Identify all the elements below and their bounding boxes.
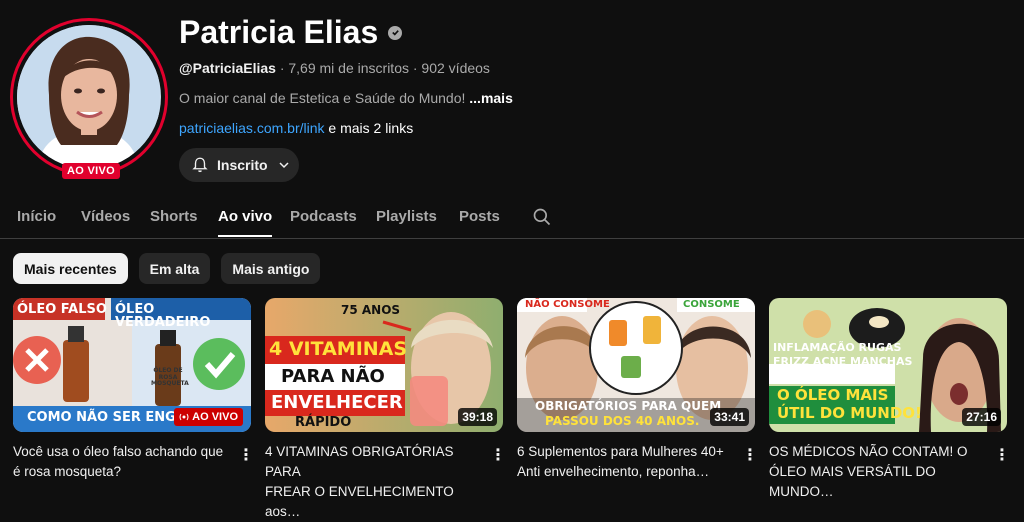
subscribed-label: Inscrito: [217, 157, 268, 173]
thumb-text: FRIZZ ACNE MANCHAS: [773, 355, 913, 368]
video-title-line: é rosa mosqueta?: [13, 464, 122, 479]
thumb-text: 75 ANOS: [341, 303, 401, 317]
video-card[interactable]: 75 ANOS 4 VITAMINAS PARA NÃO ENVELHECER …: [265, 298, 503, 519]
tab-podcasts[interactable]: Podcasts: [290, 208, 357, 225]
search-icon[interactable]: [532, 207, 552, 227]
channel-links: patriciaelias.com.br/link e mais 2 links: [179, 120, 413, 136]
channel-stats: · 7,69 mi de inscritos · 902 vídeos: [275, 60, 490, 76]
tab-inicio[interactable]: Início: [17, 208, 56, 225]
thumb-text: PARA NÃO: [281, 366, 385, 387]
tab-videos[interactable]: Vídeos: [81, 208, 130, 225]
thumb-text: OBRIGATÓRIOS PARA QUEM: [535, 399, 722, 413]
avatar-live-badge[interactable]: AO VIVO: [62, 163, 120, 179]
bell-icon: [192, 157, 208, 173]
thumb-text: ÚTIL DO MUNDO!: [777, 404, 922, 422]
video-duration: 39:18: [458, 408, 497, 426]
channel-tabs: Início Vídeos Shorts Ao vivo Podcasts Pl…: [0, 200, 1024, 239]
more-links[interactable]: e mais 2 links: [325, 120, 413, 136]
video-title-line: ÓLEO MAIS VERSÁTIL DO MUNDO…: [769, 464, 936, 499]
video-title[interactable]: 4 VITAMINAS OBRIGATÓRIAS PARA FREAR O EN…: [265, 442, 480, 522]
more-actions-icon[interactable]: ⋮: [742, 445, 758, 465]
thumb-text: CONSOME: [683, 299, 740, 310]
channel-link[interactable]: patriciaelias.com.br/link: [179, 120, 325, 136]
thumb-text: RÁPIDO: [295, 415, 352, 430]
video-card[interactable]: INFLAMAÇÃO RUGAS FRIZZ ACNE MANCHAS O ÓL…: [769, 298, 1007, 499]
description-text: O maior canal de Estetica e Saúde do Mun…: [179, 90, 470, 106]
video-title-line: 6 Suplementos para Mulheres 40+: [517, 444, 724, 459]
video-title-line: FREAR O ENVELHECIMENTO aos…: [265, 484, 454, 519]
video-title-line: Você usa o óleo falso achando que: [13, 444, 224, 459]
filter-em-alta[interactable]: Em alta: [138, 253, 211, 284]
video-title-line: Anti envelhecimento, reponha…: [517, 464, 710, 479]
channel-name-text: Patricia Elias: [179, 14, 379, 50]
video-card[interactable]: NÃO CONSOME CONSOME OBRIGATÓRIOS PARA QU…: [517, 298, 755, 479]
thumb-text: ENVELHECER: [271, 392, 403, 413]
video-title[interactable]: Você usa o óleo falso achando que é rosa…: [13, 442, 228, 482]
avatar[interactable]: [17, 25, 161, 169]
video-thumbnail[interactable]: NÃO CONSOME CONSOME OBRIGATÓRIOS PARA QU…: [517, 298, 755, 432]
tab-ao-vivo[interactable]: Ao vivo: [218, 208, 273, 237]
sort-filters: Mais recentes Em alta Mais antigo: [13, 253, 321, 284]
video-title[interactable]: 6 Suplementos para Mulheres 40+ Anti env…: [517, 442, 732, 482]
thumb-text: ÓLEO DE ROSA MOSQUETA: [151, 367, 189, 388]
video-thumbnail[interactable]: INFLAMAÇÃO RUGAS FRIZZ ACNE MANCHAS O ÓL…: [769, 298, 1007, 432]
more-actions-icon[interactable]: ⋮: [994, 445, 1010, 465]
thumb-text: PASSOU DOS 40 ANOS.: [545, 414, 700, 428]
video-title-line: 4 VITAMINAS OBRIGATÓRIAS PARA: [265, 444, 454, 479]
video-thumbnail[interactable]: 75 ANOS 4 VITAMINAS PARA NÃO ENVELHECER …: [265, 298, 503, 432]
description-more-link[interactable]: ...mais: [469, 90, 513, 106]
video-title[interactable]: OS MÉDICOS NÃO CONTAM! O ÓLEO MAIS VERSÁ…: [769, 442, 984, 502]
filter-mais-antigo[interactable]: Mais antigo: [221, 253, 321, 284]
more-actions-icon[interactable]: ⋮: [238, 445, 254, 465]
video-thumbnail[interactable]: ÓLEO FALSO ÓLEO VERDADEIRO ÓLEO DE ROSA …: [13, 298, 251, 432]
video-card[interactable]: ÓLEO FALSO ÓLEO VERDADEIRO ÓLEO DE ROSA …: [13, 298, 251, 479]
more-actions-icon[interactable]: ⋮: [490, 445, 506, 465]
thumb-text: NÃO CONSOME: [525, 299, 610, 310]
video-title-line: OS MÉDICOS NÃO CONTAM! O: [769, 444, 968, 459]
channel-handle: @PatriciaElias: [179, 60, 276, 76]
live-broadcast-icon: [179, 413, 189, 421]
thumb-text: O ÓLEO MAIS: [777, 386, 889, 404]
channel-meta: @PatriciaElias · 7,69 mi de inscritos · …: [179, 60, 490, 76]
tab-posts[interactable]: Posts: [459, 208, 500, 225]
thumb-text: 4 VITAMINAS: [269, 338, 408, 360]
live-badge-label: AO VIVO: [192, 411, 238, 423]
subscribed-button[interactable]: Inscrito: [179, 148, 299, 182]
video-duration: 27:16: [962, 408, 1001, 426]
channel-header: AO VIVO Patricia Elias @PatriciaElias · …: [0, 0, 1024, 190]
chevron-down-icon: [279, 162, 289, 169]
channel-avatar-ring[interactable]: [10, 18, 168, 176]
video-duration: 33:41: [710, 408, 749, 426]
thumb-text: ÓLEO VERDADEIRO: [115, 302, 211, 330]
tab-playlists[interactable]: Playlists: [376, 208, 437, 225]
channel-name: Patricia Elias: [179, 14, 403, 51]
filter-mais-recentes[interactable]: Mais recentes: [13, 253, 128, 284]
live-badge: AO VIVO: [174, 408, 243, 426]
avatar-portrait: [17, 25, 159, 167]
thumb-text: INFLAMAÇÃO RUGAS: [773, 341, 902, 354]
verified-check-icon: [388, 25, 403, 40]
tab-shorts[interactable]: Shorts: [150, 208, 198, 225]
thumb-text: ÓLEO FALSO: [17, 302, 107, 317]
channel-description[interactable]: O maior canal de Estetica e Saúde do Mun…: [179, 90, 513, 106]
